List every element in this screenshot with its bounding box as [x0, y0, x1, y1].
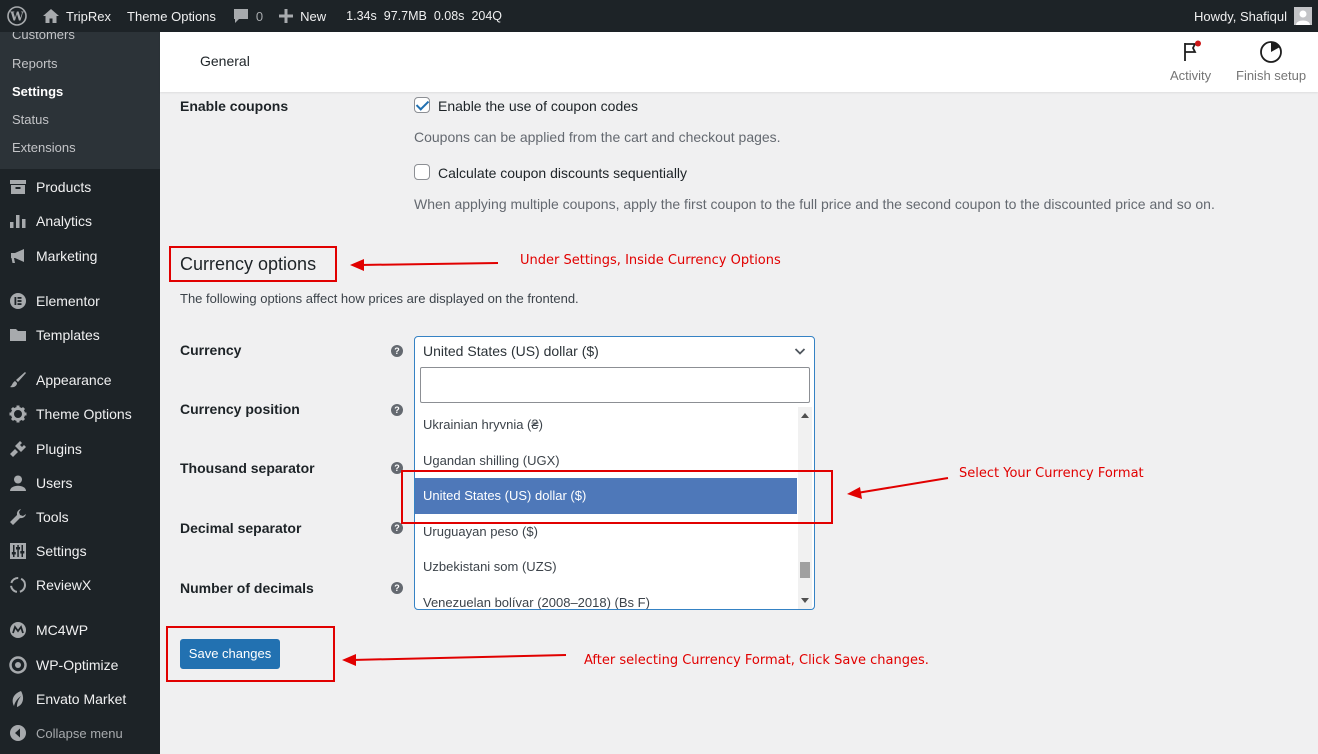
annotation-text: Select Your Currency Format	[959, 466, 1144, 481]
annotation-text: Under Settings, Inside Currency Options	[520, 253, 781, 268]
annotation-text: After selecting Currency Format, Click S…	[584, 653, 929, 668]
annotation-arrows	[342, 259, 949, 666]
arrow-icon	[342, 259, 949, 666]
